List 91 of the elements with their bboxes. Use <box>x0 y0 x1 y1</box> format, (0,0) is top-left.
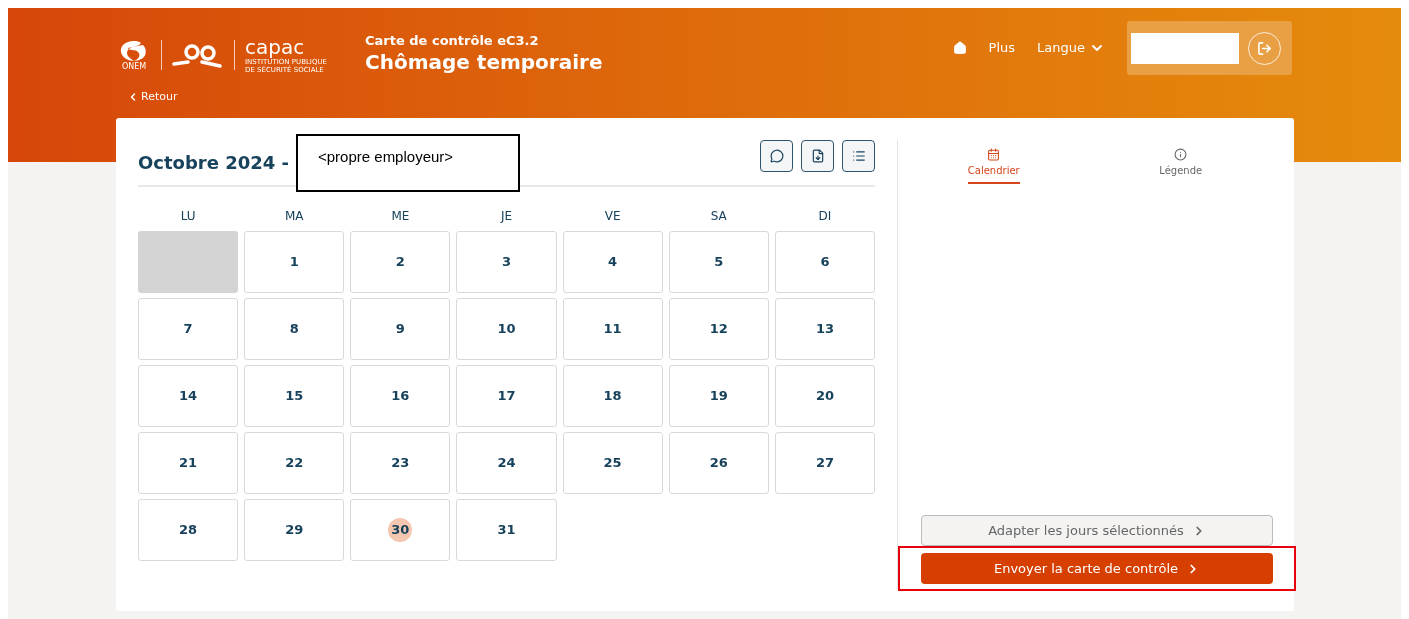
day-cell[interactable]: 16 <box>350 365 451 427</box>
day-number: 19 <box>708 387 729 406</box>
day-number: 21 <box>178 454 199 473</box>
day-cell[interactable]: 20 <box>774 365 875 427</box>
day-number: 5 <box>713 253 725 272</box>
weekday-label: JE <box>499 208 514 225</box>
day-number: 30 <box>388 518 413 542</box>
panel-tab[interactable]: Légende <box>1159 148 1203 184</box>
day-number: 31 <box>496 521 517 540</box>
day-cell[interactable]: 31 <box>456 499 557 561</box>
day-cell[interactable]: 29 <box>244 499 345 561</box>
day-number: 7 <box>182 320 194 339</box>
day-cell[interactable]: 24 <box>456 432 557 494</box>
day-number: 27 <box>814 454 835 473</box>
send-button[interactable]: Envoyer la carte de contrôle <box>921 553 1273 584</box>
day-number: 3 <box>500 253 512 272</box>
info-icon <box>1174 148 1188 161</box>
home-icon[interactable] <box>952 41 967 55</box>
day-cell[interactable]: 23 <box>350 432 451 494</box>
panel-tab[interactable]: Calendrier <box>967 148 1020 184</box>
people-logo-icon <box>172 41 224 68</box>
day-cell[interactable]: 6 <box>774 231 875 293</box>
day-cell[interactable]: 1 <box>244 231 345 293</box>
adapt-button[interactable]: Adapter les jours sélectionnés <box>921 515 1273 546</box>
day-cell[interactable]: 12 <box>668 298 769 360</box>
day-number: 15 <box>284 387 305 406</box>
day-number: 12 <box>708 320 729 339</box>
day-cell[interactable]: 5 <box>668 231 769 293</box>
day-number: 1 <box>288 253 300 272</box>
day-cell[interactable]: 11 <box>562 298 663 360</box>
capac-logo-text: capac <box>245 35 305 58</box>
day-number: 13 <box>814 320 835 339</box>
day-number: 26 <box>708 454 729 473</box>
day-cell[interactable]: 26 <box>668 432 769 494</box>
day-number: 16 <box>390 387 411 406</box>
day-cell[interactable]: 30 <box>350 499 451 561</box>
comment-button[interactable] <box>760 140 793 172</box>
list-icon <box>851 149 866 163</box>
day-cell[interactable]: 4 <box>562 231 663 293</box>
speech-bubble-icon <box>769 149 784 163</box>
day-number: 6 <box>819 253 831 272</box>
day-number: 24 <box>496 454 517 473</box>
month-title: Octobre 2024 - <box>138 151 289 175</box>
day-cell[interactable]: 18 <box>562 365 663 427</box>
weekday-label: LU <box>179 208 197 225</box>
weekday-label: DI <box>817 208 833 225</box>
day-cell[interactable]: 25 <box>562 432 663 494</box>
day-cell[interactable]: 15 <box>244 365 345 427</box>
weekday-label: SA <box>709 208 728 225</box>
day-cell[interactable]: 21 <box>138 432 239 494</box>
calendar-icon <box>987 148 1001 161</box>
day-cell[interactable]: 2 <box>350 231 451 293</box>
day-number: 28 <box>178 521 199 540</box>
day-cell[interactable]: 14 <box>138 365 239 427</box>
day-cell[interactable]: 9 <box>350 298 451 360</box>
day-cell[interactable]: 27 <box>774 432 875 494</box>
day-number: 23 <box>390 454 411 473</box>
day-cell[interactable]: 10 <box>456 298 557 360</box>
logout-icon <box>1257 40 1272 56</box>
day-number: 22 <box>284 454 305 473</box>
day-cell[interactable]: 13 <box>774 298 875 360</box>
day-cell[interactable]: 7 <box>138 298 239 360</box>
weekday-label: VE <box>603 208 622 225</box>
employer-label-box: <propre employeur> <box>296 134 520 192</box>
day-number: 20 <box>814 387 835 406</box>
day-cell[interactable]: 3 <box>456 231 557 293</box>
pdf-download-button[interactable] <box>801 140 834 172</box>
day-cell[interactable]: 8 <box>244 298 345 360</box>
day-number: 4 <box>607 253 619 272</box>
list-button[interactable] <box>842 140 875 172</box>
weekday-label: ME <box>390 208 411 225</box>
day-cell[interactable]: 28 <box>138 499 239 561</box>
day-number: 9 <box>394 320 406 339</box>
day-cell[interactable]: 19 <box>668 365 769 427</box>
day-number: 11 <box>602 320 623 339</box>
day-number: 18 <box>602 387 623 406</box>
onem-logo-text: ONEM <box>121 62 147 71</box>
day-cell[interactable]: 22 <box>244 432 345 494</box>
day-number: 14 <box>178 387 199 406</box>
day-number: 17 <box>496 387 517 406</box>
day-cell[interactable]: 17 <box>456 365 557 427</box>
day-number: 8 <box>288 320 300 339</box>
back-link[interactable]: Retour <box>127 89 178 106</box>
header-title: Chômage temporaire <box>365 49 603 75</box>
day-number: 2 <box>394 253 406 272</box>
weekday-label: MA <box>283 208 305 225</box>
day-number: 10 <box>496 320 517 339</box>
day-number: 29 <box>284 521 305 540</box>
day-number: 25 <box>602 454 623 473</box>
pdf-download-icon <box>810 149 825 163</box>
header-subtitle: Carte de contrôle eC3.2 <box>365 33 540 49</box>
